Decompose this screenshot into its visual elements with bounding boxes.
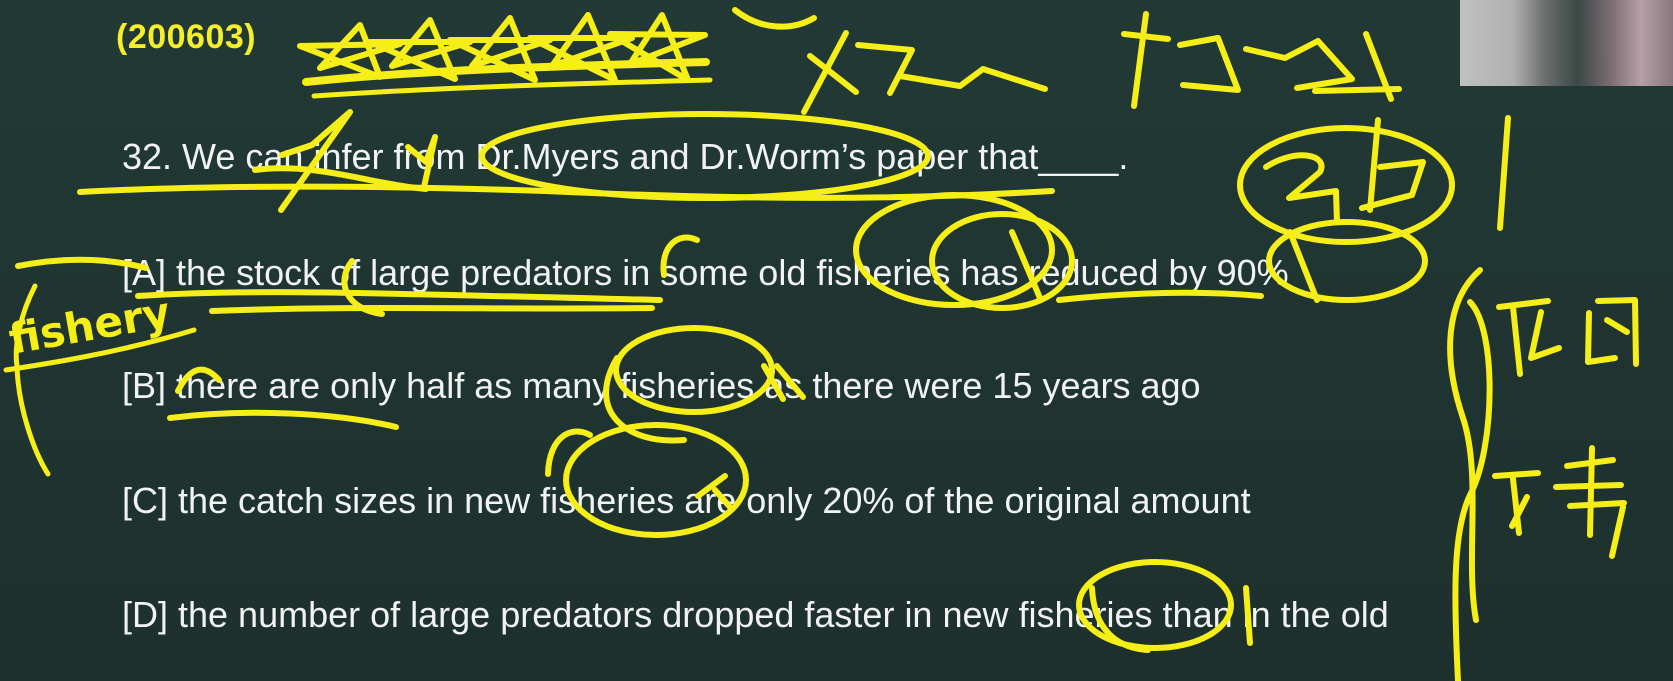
- exam-code: (200603): [116, 18, 257, 56]
- option-b: [B] there are only half as many fisherie…: [122, 365, 1201, 406]
- blackboard: [0, 0, 1673, 681]
- option-a: [A] the stock of large predators in some…: [122, 252, 1289, 293]
- question-text: 32. We can infer from Dr.Myers and Dr.Wo…: [122, 136, 1129, 177]
- option-c: [C] the catch sizes in new fisheries are…: [122, 480, 1251, 521]
- option-d: [D] the number of large predators droppe…: [122, 594, 1389, 635]
- blurred-webcam-thumbnail: [1460, 0, 1673, 86]
